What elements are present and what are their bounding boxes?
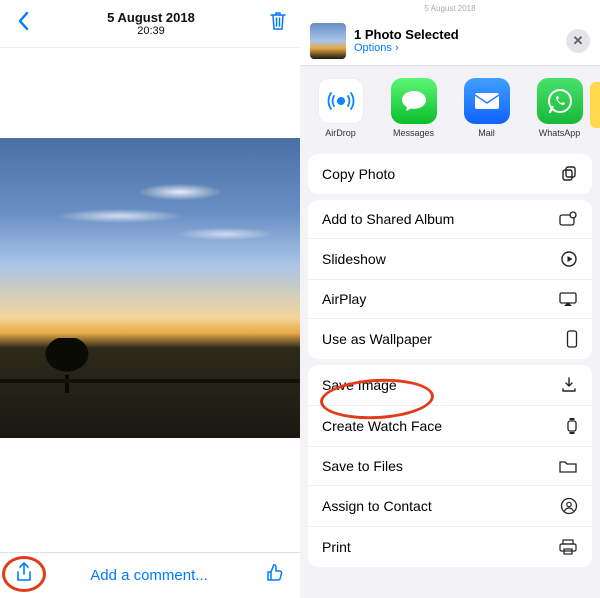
download-icon	[560, 376, 578, 394]
action-group-2: Add to Shared Album Slideshow AirPlay Us…	[308, 200, 592, 359]
action-add-shared-album[interactable]: Add to Shared Album	[308, 200, 592, 239]
action-label: Create Watch Face	[322, 418, 442, 434]
action-label: Copy Photo	[322, 166, 395, 182]
action-label: Save to Files	[322, 458, 403, 474]
app-whatsapp[interactable]: WhatsApp	[531, 78, 589, 138]
app-mail[interactable]: Mail	[458, 78, 516, 138]
action-label: Slideshow	[322, 251, 386, 267]
share-header: 1 Photo Selected Options › ✕	[300, 16, 600, 66]
action-group-3: Save Image Create Watch Face Save to Fil…	[308, 365, 592, 567]
share-apps-row: AirDrop Messages Mail WhatsApp	[300, 66, 600, 148]
close-icon: ✕	[573, 33, 584, 49]
app-label: Messages	[393, 128, 434, 138]
action-airplay[interactable]: AirPlay	[308, 280, 592, 319]
photo-image[interactable]	[0, 138, 300, 438]
action-slideshow[interactable]: Slideshow	[308, 239, 592, 280]
action-label: Print	[322, 539, 351, 555]
play-circle-icon	[560, 250, 578, 268]
chevron-right-icon: ›	[395, 42, 399, 54]
app-messages[interactable]: Messages	[385, 78, 443, 138]
photo-header: 5 August 2018 20:39	[0, 0, 300, 48]
wallpaper-icon	[566, 330, 578, 348]
photo-view: 5 August 2018 20:39 Add a comment...	[0, 0, 300, 598]
share-header-title: 1 Photo Selected	[354, 27, 566, 42]
action-label: Save Image	[322, 377, 397, 393]
action-watch-face[interactable]: Create Watch Face	[308, 406, 592, 447]
airplay-icon	[558, 291, 578, 307]
action-print[interactable]: Print	[308, 527, 592, 567]
action-group-1: Copy Photo	[308, 154, 592, 194]
folder-icon	[558, 458, 578, 474]
airdrop-icon	[318, 78, 364, 124]
delete-button[interactable]	[268, 10, 288, 37]
back-button[interactable]	[12, 11, 34, 37]
close-button[interactable]: ✕	[566, 29, 590, 53]
add-comment-button[interactable]: Add a comment...	[34, 567, 264, 584]
photo-time: 20:39	[34, 25, 268, 37]
action-label: Add to Shared Album	[322, 211, 454, 227]
app-label: Mail	[478, 128, 495, 138]
share-icon	[14, 561, 34, 585]
action-assign-contact[interactable]: Assign to Contact	[308, 486, 592, 527]
action-label: Use as Wallpaper	[322, 331, 432, 347]
action-save-image[interactable]: Save Image	[308, 365, 592, 406]
action-label: Assign to Contact	[322, 498, 432, 514]
thumbs-up-icon	[264, 562, 286, 584]
app-more-peek[interactable]	[590, 82, 600, 128]
photo-date: 5 August 2018	[34, 10, 268, 25]
action-wallpaper[interactable]: Use as Wallpaper	[308, 319, 592, 359]
action-label: AirPlay	[322, 291, 366, 307]
share-button[interactable]	[14, 561, 34, 590]
printer-icon	[558, 538, 578, 556]
like-button[interactable]	[264, 562, 286, 589]
photo-title: 5 August 2018 20:39	[34, 10, 268, 37]
watch-icon	[566, 417, 578, 435]
photo-footer: Add a comment...	[0, 552, 300, 598]
share-options-button[interactable]: Options ›	[354, 42, 566, 54]
whatsapp-icon	[537, 78, 583, 124]
share-sheet: 5 August 2018 1 Photo Selected Options ›…	[300, 0, 600, 598]
action-copy-photo[interactable]: Copy Photo	[308, 154, 592, 194]
share-thumbnail	[310, 23, 346, 59]
chevron-left-icon	[16, 11, 30, 31]
shared-album-icon	[558, 211, 578, 227]
action-save-files[interactable]: Save to Files	[308, 447, 592, 486]
messages-icon	[391, 78, 437, 124]
copy-icon	[560, 165, 578, 183]
contact-icon	[560, 497, 578, 515]
share-header-text: 1 Photo Selected Options ›	[354, 27, 566, 54]
share-bg-date: 5 August 2018	[300, 0, 600, 16]
app-airdrop[interactable]: AirDrop	[312, 78, 370, 138]
mail-icon	[464, 78, 510, 124]
trash-icon	[268, 10, 288, 32]
app-label: AirDrop	[325, 128, 356, 138]
app-label: WhatsApp	[539, 128, 581, 138]
